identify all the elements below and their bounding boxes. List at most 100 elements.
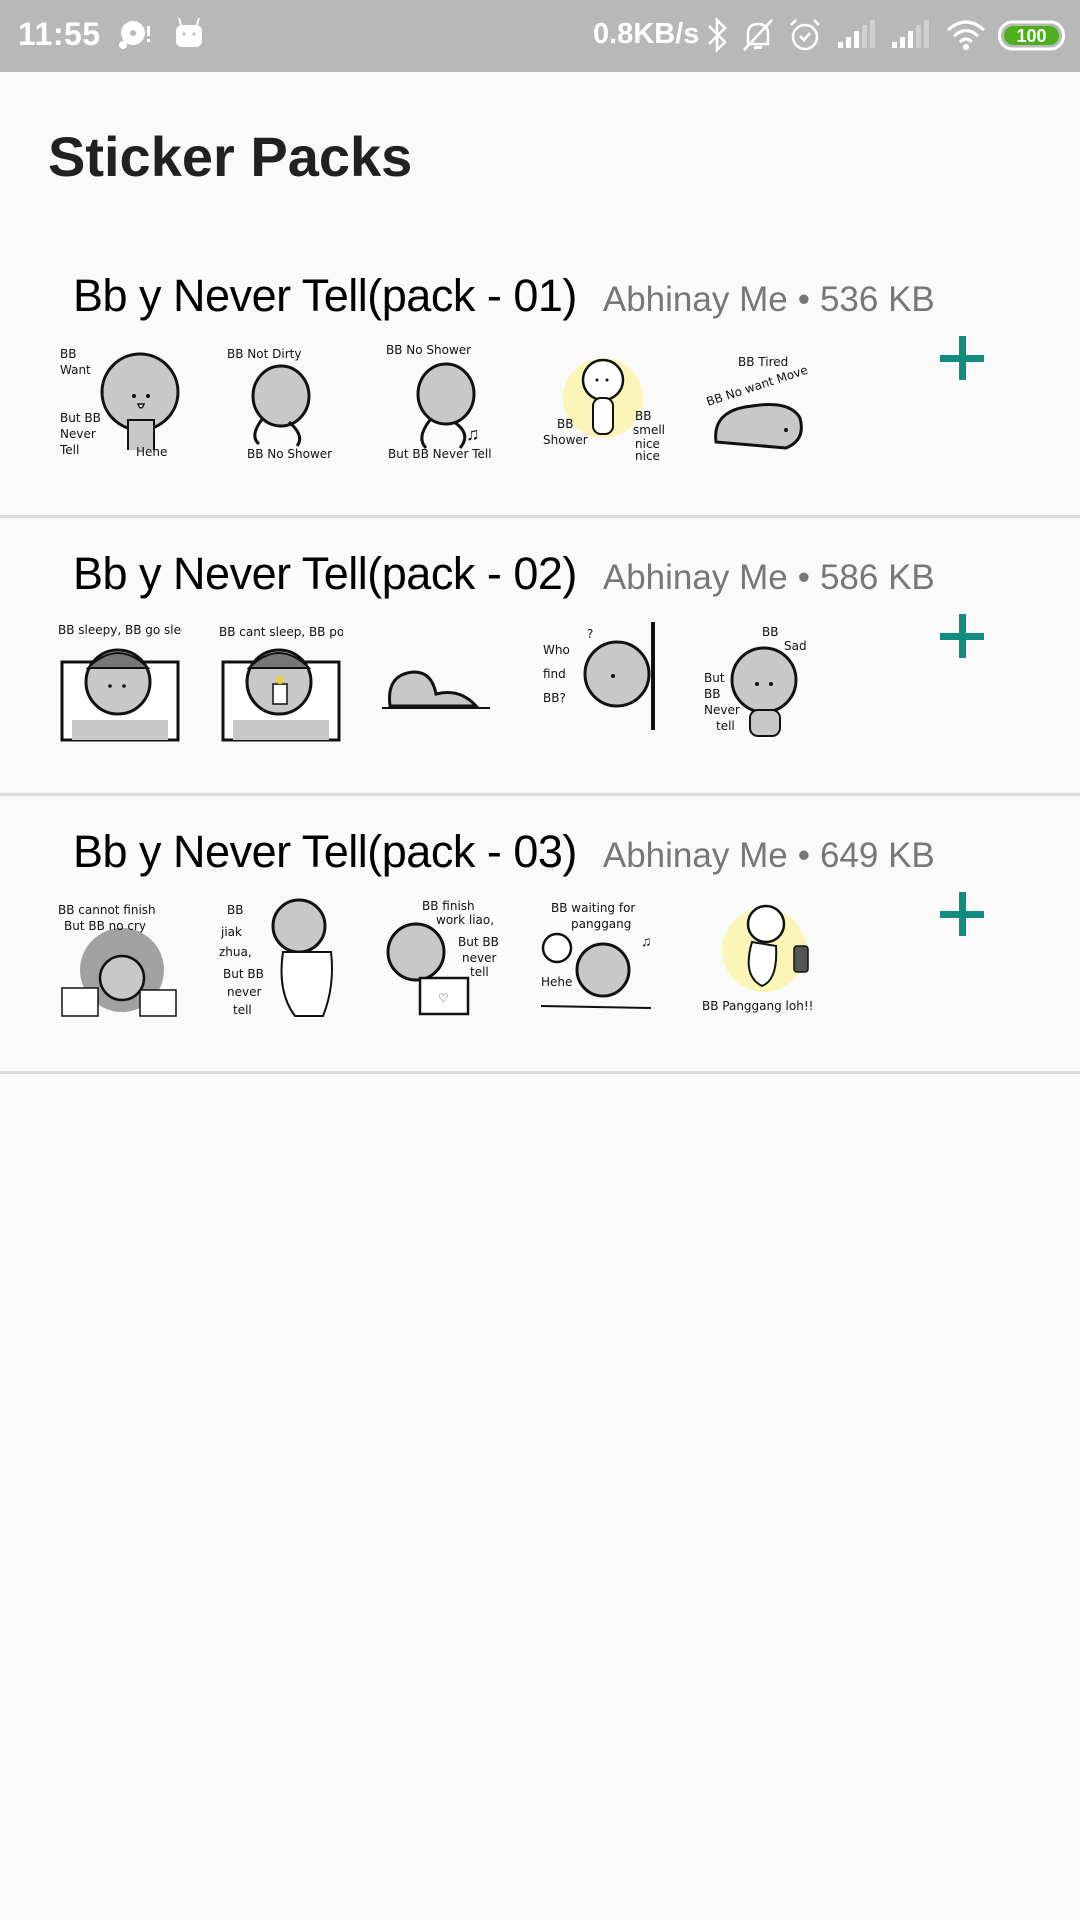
svg-text:♫: ♫ bbox=[641, 933, 652, 949]
svg-text:BB: BB bbox=[557, 417, 573, 431]
svg-text:BB waiting for: BB waiting for bbox=[551, 901, 635, 915]
svg-text:Never: Never bbox=[60, 427, 96, 441]
sticker-preview-row: BB Want But BB Never Tell Hehe BB Not Dirty BB… bbox=[58, 340, 826, 464]
svg-text:BB finish: BB finish bbox=[422, 899, 475, 913]
svg-text:zhua,: zhua, bbox=[219, 945, 252, 959]
pack-name: Bb y Never Tell(pack - 02) bbox=[73, 548, 577, 599]
svg-text:But BB: But BB bbox=[458, 935, 499, 949]
svg-text:Never: Never bbox=[704, 703, 740, 717]
status-bar: 11:55 0.8KB/s 100 bbox=[0, 0, 1080, 72]
svg-text:jiak: jiak bbox=[220, 925, 242, 939]
svg-text:BB No want Move: BB No want Move bbox=[705, 363, 810, 409]
alarm-icon bbox=[786, 16, 824, 54]
svg-text:Hehe: Hehe bbox=[136, 445, 167, 459]
meta-separator: • bbox=[797, 280, 810, 319]
svg-text:BB Tired: BB Tired bbox=[738, 355, 788, 369]
pack-meta: Abhinay Me • 586 KB bbox=[603, 558, 935, 598]
svg-text:BB: BB bbox=[635, 409, 651, 423]
sticker-pack-item[interactable]: Bb y Never Tell(pack - 02) Abhinay Me • 58… bbox=[0, 518, 1080, 796]
sticker-thumbnail: BB waiting for panggang Hehe ♫ bbox=[540, 896, 665, 1020]
sticker-thumbnail: BB sleepy, BB go sleep bbox=[58, 618, 196, 742]
svg-text:find: find bbox=[543, 667, 566, 681]
svg-text:BB Not Dirty: BB Not Dirty bbox=[227, 347, 301, 361]
sticker-thumbnail: BB cannot finish But BB no cry bbox=[58, 896, 182, 1020]
pack-publisher: Abhinay Me bbox=[602, 836, 788, 875]
sticker-thumbnail: BB Tired BB No want Move bbox=[702, 340, 826, 464]
pack-size: 536 KB bbox=[819, 280, 935, 319]
svg-text:BB: BB bbox=[704, 687, 720, 701]
svg-text:tell: tell bbox=[470, 965, 489, 979]
pack-meta: Abhinay Me • 649 KB bbox=[603, 836, 935, 876]
sticker-pack-item[interactable]: Bb y Never Tell(pack - 03) Abhinay Me • 64… bbox=[0, 796, 1080, 1074]
svg-text:never: never bbox=[462, 951, 496, 965]
wifi-icon bbox=[944, 16, 988, 54]
svg-text:tell: tell bbox=[716, 719, 735, 733]
svg-text:Hehe: Hehe bbox=[541, 975, 572, 989]
svg-text:BB: BB bbox=[60, 347, 76, 361]
svg-text:work liao,: work liao, bbox=[436, 913, 494, 927]
svg-text:BB No Shower: BB No Shower bbox=[247, 447, 332, 461]
svg-text:BB cannot finish: BB cannot finish bbox=[58, 903, 156, 917]
status-time: 11:55 bbox=[18, 16, 101, 52]
meta-separator: • bbox=[797, 836, 810, 875]
sticker-thumbnail: BB Sad But BB Never tell bbox=[702, 618, 826, 742]
divider bbox=[0, 1071, 1080, 1074]
add-to-whatsapp-button[interactable] bbox=[934, 886, 990, 942]
pack-size: 649 KB bbox=[819, 836, 935, 875]
sticker-pack-item[interactable]: Bb y Never Tell(pack - 01) Abhinay Me • 53… bbox=[0, 240, 1080, 518]
battery-icon: 100 bbox=[998, 16, 1068, 54]
pack-publisher: Abhinay Me bbox=[602, 558, 788, 597]
signal-icon-sim1 bbox=[836, 16, 876, 54]
sticker-thumbnail: Who find BB?? bbox=[541, 618, 665, 742]
pack-header: Bb y Never Tell(pack - 02) Abhinay Me • 58… bbox=[73, 548, 935, 600]
svg-text:But BB Never Tell: But BB Never Tell bbox=[388, 447, 492, 461]
battery-level: 100 bbox=[1016, 26, 1046, 46]
notification-app-icon bbox=[115, 16, 155, 54]
pack-header: Bb y Never Tell(pack - 01) Abhinay Me • 53… bbox=[73, 270, 935, 322]
sticker-preview-row: BB cannot finish But BB no cry BB jiak zhua… bbox=[58, 896, 826, 1020]
svg-text:BB No Shower: BB No Shower bbox=[386, 343, 471, 357]
pack-name: Bb y Never Tell(pack - 01) bbox=[73, 270, 577, 321]
svg-text:But BB no cry: But BB no cry bbox=[64, 919, 146, 933]
svg-text:tell: tell bbox=[233, 1003, 252, 1017]
svg-text:Want: Want bbox=[60, 363, 91, 377]
add-to-whatsapp-button[interactable] bbox=[934, 330, 990, 386]
svg-text:nice: nice bbox=[635, 449, 660, 463]
silent-bell-icon bbox=[738, 16, 778, 54]
svg-text:But BB: But BB bbox=[60, 411, 101, 425]
svg-text:Shower: Shower bbox=[543, 433, 588, 447]
pack-meta: Abhinay Me • 536 KB bbox=[603, 280, 935, 320]
pack-size: 586 KB bbox=[819, 558, 935, 597]
pack-publisher: Abhinay Me bbox=[602, 280, 788, 319]
signal-icon-sim2 bbox=[890, 16, 930, 54]
page-title: Sticker Packs bbox=[48, 125, 413, 188]
svg-text:BB cant sleep, BB poor thing: BB cant sleep, BB poor thing bbox=[219, 625, 343, 639]
sticker-thumbnail: BB Want But BB Never Tell Hehe bbox=[58, 340, 182, 464]
svg-text:never: never bbox=[227, 985, 261, 999]
svg-text:♡: ♡ bbox=[438, 991, 449, 1005]
svg-text:♫: ♫ bbox=[466, 424, 480, 444]
sticker-thumbnail: BB cant sleep, BB poor thing bbox=[219, 618, 391, 742]
pack-name: Bb y Never Tell(pack - 03) bbox=[73, 826, 577, 877]
svg-text:Tell: Tell bbox=[59, 443, 79, 457]
sticker-thumbnail: BB Shower BB smell nice nice bbox=[541, 340, 665, 464]
svg-text:smell: smell bbox=[633, 423, 665, 437]
sticker-thumbnail: ♡ BB finish work liao, But BB never tell bbox=[380, 896, 504, 1020]
svg-text:Who: Who bbox=[543, 643, 570, 657]
svg-text:Sad: Sad bbox=[784, 639, 807, 653]
add-to-whatsapp-button[interactable] bbox=[934, 608, 990, 664]
svg-text:BB Panggang loh!!: BB Panggang loh!! bbox=[702, 999, 813, 1013]
sticker-thumbnail: BB Not Dirty BB No Shower bbox=[219, 340, 343, 464]
svg-text:BB: BB bbox=[762, 625, 778, 639]
svg-text:BB?: BB? bbox=[543, 691, 566, 705]
pack-header: Bb y Never Tell(pack - 03) Abhinay Me • 64… bbox=[73, 826, 935, 878]
bluetooth-icon bbox=[705, 16, 729, 54]
svg-text:BB: BB bbox=[227, 903, 243, 917]
meta-separator: • bbox=[797, 558, 810, 597]
svg-text:?: ? bbox=[587, 627, 593, 641]
android-icon bbox=[172, 16, 206, 54]
svg-text:But: But bbox=[704, 671, 725, 685]
sticker-preview-row: BB sleepy, BB go sleep BB cant sleep, BB… bbox=[58, 618, 826, 742]
sticker-thumbnail: BB jiak zhua, But BB never tell bbox=[219, 896, 343, 1020]
svg-text:But BB: But BB bbox=[223, 967, 264, 981]
